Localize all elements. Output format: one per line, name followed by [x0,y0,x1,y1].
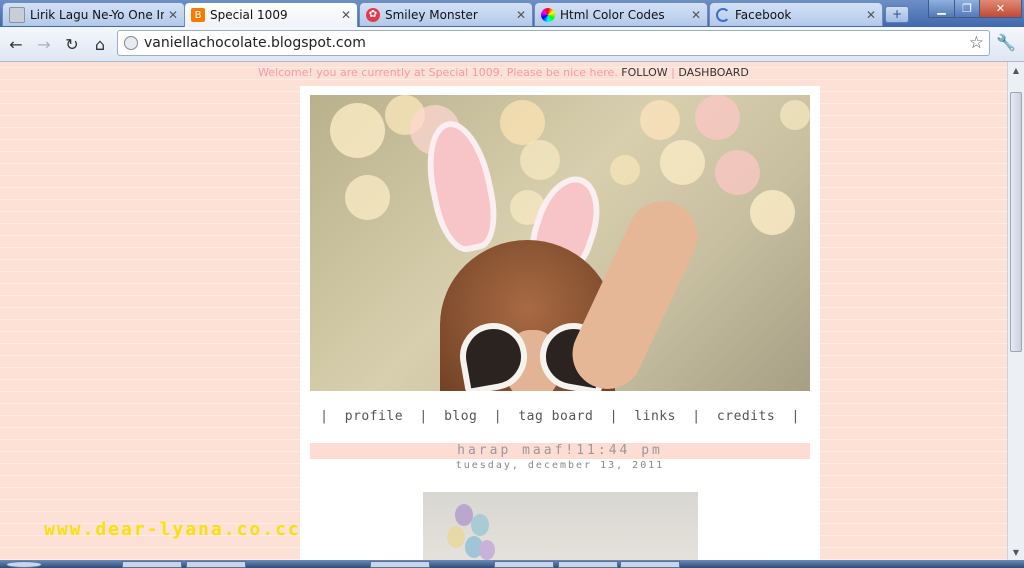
post-image [423,492,698,560]
scroll-thumb[interactable] [1010,92,1022,352]
wrench-icon[interactable]: 🔧 [996,33,1016,52]
loading-icon [716,7,730,22]
close-icon[interactable]: ✕ [866,8,876,22]
reload-icon[interactable]: ↻ [61,33,83,55]
bookmark-star-icon[interactable]: ☆ [969,33,984,53]
welcome-bar: Welcome! you are currently at Special 10… [0,66,1007,79]
tab-special-1009[interactable]: B Special 1009 ✕ [184,2,358,27]
taskbar-item[interactable] [186,561,246,568]
close-icon[interactable]: ✕ [516,8,526,22]
home-icon[interactable]: ⌂ [89,33,111,55]
taskbar-item[interactable] [620,561,680,568]
blog-menu: | profile | blog | tag board | links | c… [300,409,820,424]
menu-separator: | [419,409,428,424]
tab-title: Lirik Lagu Ne-Yo One In [30,7,164,22]
post-title: harap maaf!11:44 pm [457,443,663,458]
tab-title: Smiley Monster [385,7,478,22]
post-title-bar: harap maaf!11:44 pm [310,443,810,459]
new-tab-button[interactable]: + [885,6,909,23]
welcome-message: Welcome! you are currently at Special 10… [258,66,618,79]
blog-content: | profile | blog | tag board | links | c… [300,86,820,560]
scroll-down-icon[interactable]: ▼ [1008,544,1024,560]
taskbar-item[interactable] [122,561,182,568]
start-button[interactable] [6,561,42,568]
menu-separator: | [493,409,503,424]
tab-strip: Lirik Lagu Ne-Yo One In ✕ B Special 1009… [0,0,1024,27]
taskbar-item[interactable] [370,561,430,568]
address-bar[interactable]: vaniellachocolate.blogspot.com ☆ [117,30,990,56]
minimize-button[interactable]: ▁ [928,0,955,18]
menu-separator: | [609,409,618,424]
post-date: tuesday, december 13, 2011 [455,460,665,471]
menu-item-links[interactable]: links [634,409,676,424]
blogger-icon: B [191,8,205,22]
flower-icon: ✿ [366,7,380,22]
menu-separator: | [791,409,800,424]
taskbar-item[interactable] [494,561,554,568]
dashboard-link[interactable]: DASHBOARD [678,66,749,79]
separator: | [671,66,675,79]
close-icon[interactable]: ✕ [168,8,178,22]
tab-title: Special 1009 [210,8,288,22]
menu-separator: | [320,409,329,424]
browser-toolbar: ← → ↻ ⌂ vaniellachocolate.blogspot.com ☆… [0,27,1024,62]
tab-title: Facebook [735,7,792,22]
windows-taskbar [0,560,1024,568]
menu-item-credits[interactable]: credits [717,409,775,424]
close-icon[interactable]: ✕ [341,8,351,22]
page-icon [9,6,25,23]
menu-item-tag-board[interactable]: tag board [518,409,593,424]
watermark-text: www.dear-lyana.co.cc [44,519,301,540]
menu-separator: | [692,409,701,424]
close-icon[interactable]: ✕ [691,8,701,22]
maximize-button[interactable]: ❐ [954,0,980,18]
forward-arrow-icon[interactable]: → [33,33,55,55]
header-image [310,95,810,391]
menu-item-profile[interactable]: profile [345,409,403,424]
vertical-scrollbar[interactable]: ▲ ▼ [1007,62,1024,560]
tab-html-color-codes[interactable]: Html Color Codes ✕ [534,2,708,26]
close-window-button[interactable]: ✕ [979,0,1022,18]
url-text: vaniellachocolate.blogspot.com [144,35,366,51]
taskbar-item[interactable] [558,561,618,568]
color-wheel-icon [541,7,555,22]
page-viewport: Welcome! you are currently at Special 10… [0,62,1007,560]
follow-link[interactable]: FOLLOW [621,66,667,79]
back-arrow-icon[interactable]: ← [5,33,27,55]
menu-item-blog[interactable]: blog [444,409,477,424]
globe-icon [124,36,138,50]
tab-lirik-lagu[interactable]: Lirik Lagu Ne-Yo One In ✕ [2,2,185,26]
tab-smiley-monster[interactable]: ✿ Smiley Monster ✕ [359,2,533,26]
scroll-up-icon[interactable]: ▲ [1008,62,1024,78]
tab-title: Html Color Codes [560,7,665,22]
tab-facebook[interactable]: Facebook ✕ [709,2,883,26]
